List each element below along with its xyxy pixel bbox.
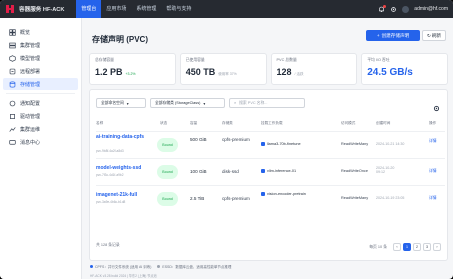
detail-link[interactable]: 详情 [429,139,437,144]
total-count: 共 128 条记录 [96,243,120,247]
storage-icon [9,80,16,88]
stat-trend: +3.2% [125,72,136,76]
sidebar-item-ops[interactable]: 集群运维 [3,123,78,135]
sidebar-divider [6,93,75,94]
stat-sub: 使用率 37% [218,72,237,76]
stat-card-throughput: 平均 I/O 吞吐 24.5 GB/s [361,53,448,85]
workload-icon [261,192,265,196]
create-pvc-button[interactable]: + 创建存储声明 [366,30,420,41]
sidebar-item-deploy[interactable]: 远程部署 [3,65,78,77]
stat-value: 450 TB [185,67,216,77]
refresh-icon: ↻ [426,32,431,38]
table-row[interactable]: imagenet-21k-full pvc-3a9e-4b6c-b1d8 Bou… [96,185,445,212]
driver-icon [9,113,16,120]
legend-item: CPFS：并行文件系统 (适用 AI 训练) [90,265,151,270]
namespace-select[interactable]: 全部命名空间 ▾ [96,98,146,108]
message-icon [9,139,16,146]
detail-link[interactable]: 详情 [429,169,437,174]
sidebar-item-label: 集群管理 [20,42,41,49]
pvc-name-link[interactable]: ai-training-data-cpfs [96,134,156,140]
sidebar-item-storage[interactable]: 存储管理 [3,78,78,90]
nav-system[interactable]: 系统管理 [131,0,161,18]
stat-card-pvc-count: PVC 总数量 128/ 活跃 [270,53,358,85]
page-button[interactable]: 2 [413,243,421,251]
sidebar-item-cluster[interactable]: 集群管理 [3,39,78,51]
pvc-name-link[interactable]: model-weights-ssd [96,165,160,171]
prev-page-button[interactable]: ‹ [393,243,401,251]
stat-value: 24.5 GB/s [367,67,413,78]
gear-icon[interactable] [390,6,397,13]
page-button[interactable]: 1 [403,243,411,251]
refresh-button[interactable]: ↻ 刷新 [422,30,446,41]
sidebar-item-model[interactable]: 模型管理 [3,52,78,64]
plus-icon: + [376,33,380,38]
status-badge: Bound [157,192,178,206]
search-icon: ⌕ [234,101,237,105]
workload-icon [261,169,265,173]
bell-icon[interactable] [378,4,387,13]
user-avatar[interactable] [402,5,410,13]
app-window: 容器服务 HF-ACK 管理台 应用市场 系统管理 帮助与支持 admin@hf… [0,0,453,279]
sidebar-item-label: 远程部署 [20,68,41,75]
stat-value: 1.2 PB [95,67,123,77]
stat-card-total: 总存储容量 1.2 PB +3.2% [89,53,176,85]
overview-icon [9,28,16,36]
page-title: 存储声明 (PVC) [92,35,148,44]
sidebar-item-overview[interactable]: 概览 [3,26,78,38]
storageclass-select[interactable]: 全部存储类 (StorageClass) ▾ [150,98,225,108]
workload-icon [261,142,265,146]
sidebar: 概览 集群管理 模型管理 远程部署 存储管理 通知配置 驱动管理 集群运维 消息… [0,18,82,279]
chevron-down-icon: ▾ [126,101,129,106]
brand-logo-icon[interactable] [5,4,15,14]
storage-legend: CPFS：并行文件系统 (适用 AI 训练) ESSD：数据库云盘，适用高性能单… [90,265,231,270]
detail-link[interactable]: 详情 [429,196,437,201]
chevron-down-icon: ▾ [203,101,206,106]
stats-cards: 总存储容量 1.2 PB +3.2% 已使用容量 450 TB 使用率 37% PVC … [89,53,448,85]
per-page-select[interactable]: 每页 10 条 [369,245,387,250]
sidebar-item-label: 概览 [20,29,31,36]
table-footer: 共 128 条记录 每页 10 条 ‹ 1 2 3 › [96,243,441,253]
pvc-name-link[interactable]: imagenet-21k-full [96,192,160,198]
pvc-table-panel: 全部命名空间 ▾ 全部存储类 (StorageClass) ▾ ⌕ 搜索 PVC 名称… [89,89,448,261]
pagination: 每页 10 条 ‹ 1 2 3 › [369,243,441,251]
top-nav: 管理台 应用市场 系统管理 帮助与支持 [76,0,196,18]
sidebar-item-label: 通知配置 [20,100,41,107]
sidebar-item-label: 模型管理 [20,55,41,62]
next-page-button[interactable]: › [433,243,441,251]
legend-item: ESSD：数据库云盘，适用高性能单节点推理 [157,265,231,270]
stat-card-used: 已使用容量 450 TB 使用率 37% [179,53,267,85]
stat-value: 128 [276,67,292,77]
version-info: HF-ACK v3.28 build 2024 | 华东2 (上海) 节点池 [90,274,157,278]
sidebar-item-notify[interactable]: 通知配置 [3,97,78,109]
sidebar-item-label: 存储管理 [20,81,41,88]
page-button[interactable]: 3 [423,243,431,251]
stat-sub: / 活跃 [294,72,304,76]
nav-console[interactable]: 管理台 [76,0,102,18]
nav-app-market[interactable]: 应用市场 [101,0,131,18]
table-row[interactable]: ai-training-data-cpfs pvc-9b8f-4a2f-a8d3… [96,131,445,158]
model-icon [9,54,16,62]
sidebar-item-driver[interactable]: 驱动管理 [3,110,78,122]
sidebar-item-message[interactable]: 消息中心 [3,136,78,148]
deploy-icon [9,68,16,75]
main-content: 存储声明 (PVC) + 创建存储声明 ↻ 刷新 总存储容量 1.2 PB +3.2% … [84,18,453,279]
user-email[interactable]: admin@hf.com [414,6,448,12]
nav-help[interactable]: 帮助与支持 [161,0,196,18]
ops-icon [9,126,16,133]
notify-icon [9,100,16,107]
table-header: 名称 状态 容量 存储类 挂载工作负载 访问模式 创建时间 操作 [96,121,437,125]
pvc-search-input[interactable]: ⌕ 搜索 PVC 名称... [229,98,305,108]
cluster-icon [9,42,16,49]
table-settings-gear-icon[interactable] [433,99,440,112]
sidebar-item-label: 消息中心 [20,139,41,146]
top-bar: 容器服务 HF-ACK 管理台 应用市场 系统管理 帮助与支持 admin@hf… [0,0,453,18]
brand-name: 容器服务 HF-ACK [19,7,65,13]
table-row[interactable]: model-weights-ssd pvc-7f3c-4d1f-a9b2 Bou… [96,158,445,185]
top-right-tools: admin@hf.com [378,4,448,13]
sidebar-item-label: 集群运维 [20,126,41,133]
status-badge: Bound [157,138,178,152]
sidebar-item-label: 驱动管理 [20,113,41,120]
status-badge: Bound [157,165,178,179]
